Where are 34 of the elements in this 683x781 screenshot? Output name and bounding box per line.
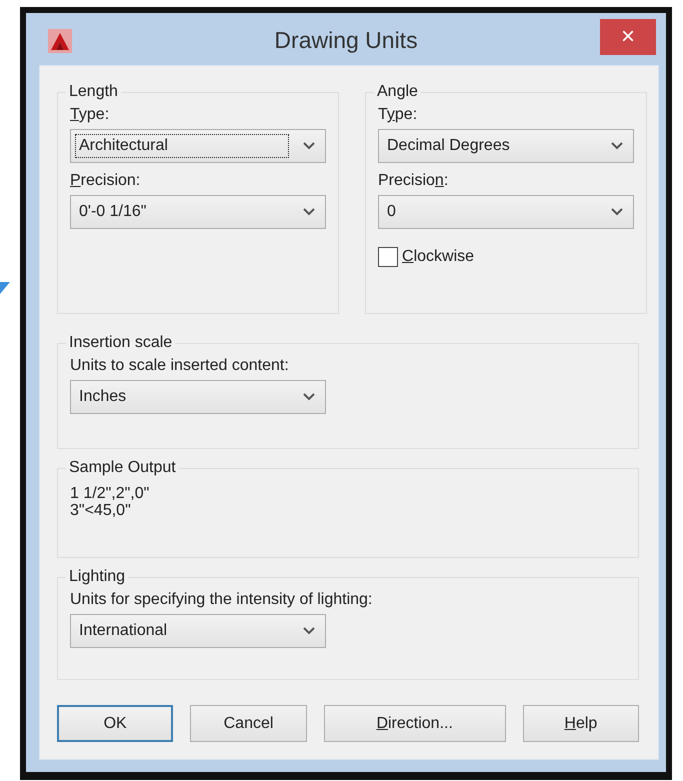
dialog-button[interactable]: OK	[57, 705, 174, 742]
group-title: Length	[66, 83, 121, 101]
dropdown[interactable]: Decimal Degrees	[378, 129, 634, 163]
app-logo-icon	[48, 29, 72, 53]
field-label: Type:	[70, 105, 110, 125]
close-button[interactable]: ×	[600, 19, 656, 55]
dialog-button[interactable]: Direction...	[324, 705, 506, 742]
chevron-down-icon	[303, 208, 315, 216]
field-label: Precision:	[70, 171, 140, 191]
field-label: Type:	[378, 105, 418, 125]
triangle-icon	[0, 282, 10, 294]
field-label: Units to scale inserted content:	[70, 356, 289, 376]
chevron-down-icon	[611, 142, 623, 150]
window-title: Drawing Units	[274, 27, 418, 54]
chevron-down-icon	[611, 208, 623, 216]
field-label: Precision:	[378, 171, 448, 191]
chevron-down-icon	[303, 393, 315, 401]
dropdown[interactable]: Architectural	[70, 129, 326, 163]
sample-text: 1 1/2",2",0"	[70, 485, 150, 502]
dropdown[interactable]: International	[70, 614, 326, 648]
group-title: Sample Output	[66, 459, 179, 477]
dropdown[interactable]: Inches	[70, 380, 326, 414]
chevron-down-icon	[303, 627, 315, 635]
dropdown[interactable]: 0'-0 1/16"	[70, 195, 326, 229]
checkbox[interactable]	[378, 247, 398, 267]
field-label: Units for specifying the intensity of lighting:	[70, 590, 372, 610]
dialog-button[interactable]: Cancel	[190, 705, 307, 742]
sample-text: 3"<45,0"	[70, 502, 131, 519]
group-title: Angle	[374, 83, 421, 101]
checkbox-label[interactable]: Clockwise	[402, 247, 474, 267]
dialog-button[interactable]: Help	[522, 705, 640, 742]
chevron-down-icon	[303, 142, 315, 150]
dropdown[interactable]: 0	[378, 195, 634, 229]
group-title: Lighting	[66, 568, 128, 586]
